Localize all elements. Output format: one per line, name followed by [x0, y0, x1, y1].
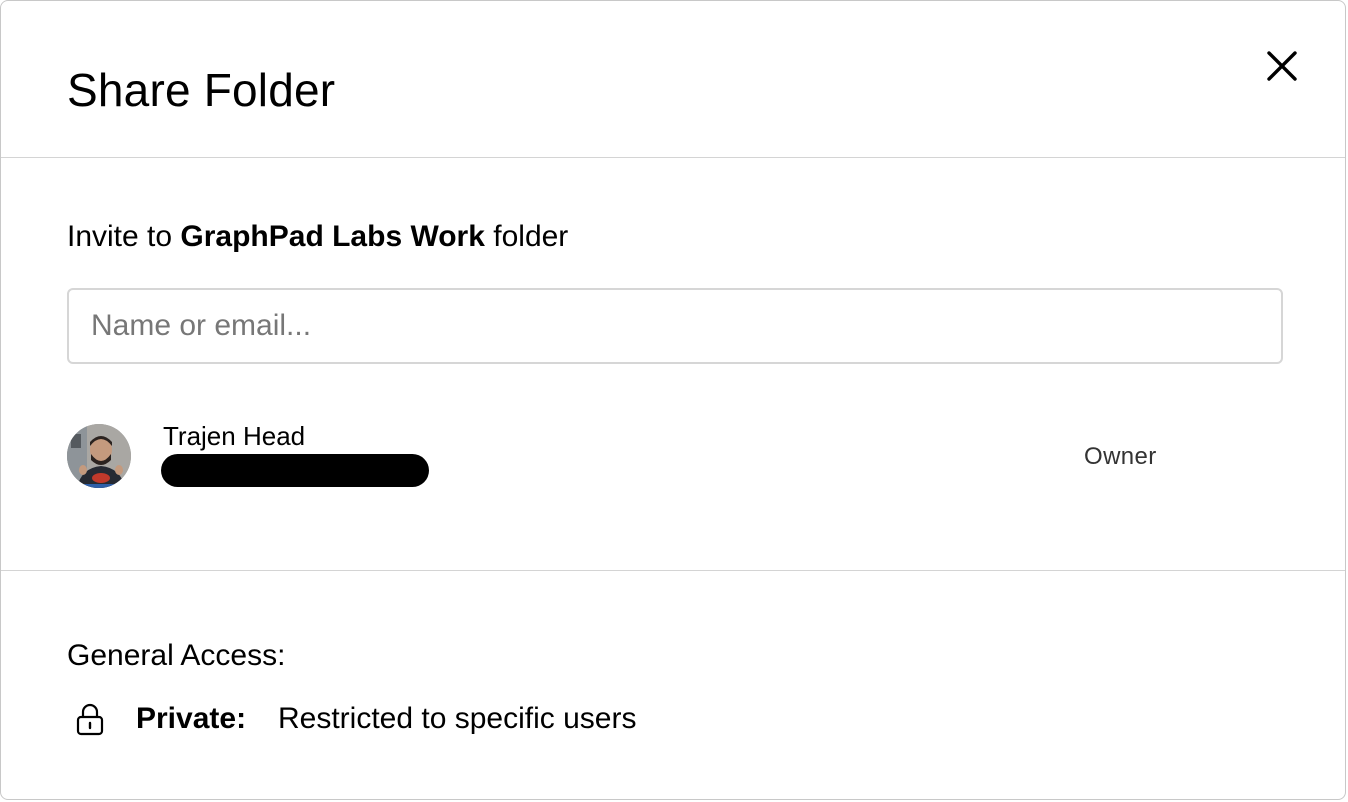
close-button[interactable] — [1263, 47, 1301, 85]
share-folder-dialog: Share Folder Invite to GraphPad Labs Wor… — [0, 0, 1346, 800]
folder-name: GraphPad Labs Work — [180, 220, 485, 253]
edge-fragment — [1341, 623, 1346, 683]
member-role: Owner — [1084, 443, 1157, 470]
name-or-email-input[interactable] — [67, 288, 1283, 364]
invite-suffix: folder — [484, 220, 569, 253]
avatar — [67, 424, 131, 488]
close-icon — [1267, 51, 1297, 81]
lock-icon — [76, 703, 104, 736]
dialog-title: Share Folder — [67, 64, 336, 116]
dialog-header: Share Folder — [1, 1, 1345, 158]
user-photo — [67, 424, 131, 488]
member-email-redacted — [161, 454, 429, 487]
general-access-heading: General Access: — [67, 639, 286, 672]
access-level: Private: — [136, 702, 247, 735]
section-divider — [1, 570, 1345, 571]
member-name: Trajen Head — [163, 421, 306, 451]
invite-heading: Invite to GraphPad Labs Work folder — [67, 220, 568, 253]
invite-prefix: Invite to — [67, 220, 181, 253]
access-description: Restricted to specific users — [278, 702, 637, 735]
